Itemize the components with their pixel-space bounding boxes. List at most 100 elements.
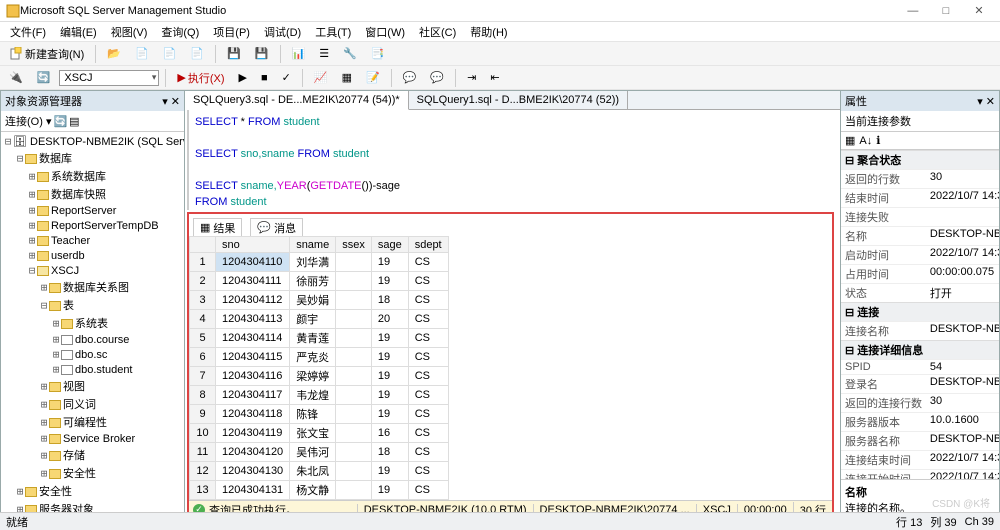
- tree-table[interactable]: ⊞dbo.sc: [3, 347, 182, 362]
- prop-row[interactable]: 登录名DESKTOP-NBME2IK: [841, 374, 999, 393]
- objexp-pin-icon[interactable]: ▾ ✕: [162, 95, 180, 108]
- table-row[interactable]: 71204304116梁婷婷19CS: [190, 367, 449, 386]
- menu-community[interactable]: 社区(C): [413, 22, 462, 42]
- cat-icon[interactable]: ▦: [845, 134, 855, 147]
- minimize-button[interactable]: —: [898, 5, 928, 17]
- open-icon[interactable]: 📂: [102, 44, 126, 63]
- props-close-icon[interactable]: ▾ ✕: [977, 95, 995, 108]
- debug-icon[interactable]: ▶: [234, 68, 252, 87]
- tree-table[interactable]: ⊞dbo.course: [3, 332, 182, 347]
- prop-row[interactable]: 服务器版本10.0.1600: [841, 412, 999, 431]
- prop-row[interactable]: 连接失败: [841, 207, 999, 226]
- prop-row[interactable]: 服务器名称DESKTOP-NBME2IK: [841, 431, 999, 450]
- table-row[interactable]: 101204304119张文宝16CS: [190, 424, 449, 443]
- connect-icon[interactable]: 🔌: [4, 68, 28, 87]
- prop-row[interactable]: 连接名称DESKTOP-NBME2IK: [841, 321, 999, 340]
- stop-icon[interactable]: ■: [256, 69, 273, 87]
- tree-item[interactable]: ⊞ReportServer: [3, 203, 182, 218]
- prop-row[interactable]: 连接开始时间2022/10/7 14:34:26: [841, 469, 999, 479]
- table-row[interactable]: 91204304118陈锋19CS: [190, 405, 449, 424]
- prop-row[interactable]: 返回的行数30: [841, 169, 999, 188]
- outdent-icon[interactable]: ⇤: [485, 68, 504, 87]
- open2-icon[interactable]: 📄: [130, 44, 154, 63]
- execute-button[interactable]: ▶ 执行(X): [172, 67, 229, 89]
- window-buttons: — □ ✕: [898, 4, 994, 17]
- objexp-connect[interactable]: 连接(O) ▾: [5, 113, 51, 129]
- menu-tools[interactable]: 工具(T): [309, 22, 357, 42]
- tree-table[interactable]: ⊞dbo.student: [3, 362, 182, 377]
- menu-debug[interactable]: 调试(D): [258, 22, 307, 42]
- tree-item[interactable]: ⊞Service Broker: [3, 431, 182, 446]
- tree-item[interactable]: ⊞同义词: [3, 395, 182, 413]
- prop-row[interactable]: 结束时间2022/10/7 14:34:26: [841, 188, 999, 207]
- tree-item[interactable]: ⊞存储: [3, 446, 182, 464]
- activity-icon[interactable]: 📊: [287, 44, 311, 63]
- tree-item[interactable]: ⊞安全性: [3, 482, 182, 500]
- menu-help[interactable]: 帮助(H): [464, 22, 513, 42]
- template-icon[interactable]: 📑: [366, 44, 390, 63]
- table-row[interactable]: 11204304110刘华满19CS: [190, 253, 449, 272]
- refresh-icon[interactable]: 🔄: [53, 115, 67, 128]
- menu-project[interactable]: 项目(P): [207, 22, 256, 42]
- maximize-button[interactable]: □: [931, 5, 961, 17]
- table-row[interactable]: 111204304120吴伟河18CS: [190, 443, 449, 462]
- messages-tab[interactable]: 💬 消息: [250, 218, 303, 236]
- close-button[interactable]: ✕: [964, 4, 994, 17]
- prop-row[interactable]: 启动时间2022/10/7 14:34:26: [841, 245, 999, 264]
- prop-row[interactable]: SPID54: [841, 359, 999, 374]
- props-icon[interactable]: 🔧: [338, 44, 362, 63]
- sql-editor[interactable]: SELECT * FROM student SELECT sno,sname F…: [187, 110, 840, 210]
- property-grid[interactable]: ⊟ 聚合状态返回的行数30结束时间2022/10/7 14:34:26连接失败名…: [841, 150, 999, 479]
- prop-row[interactable]: 占用时间00:00:00.075: [841, 264, 999, 283]
- table-row[interactable]: 41204304113颜宇20CS: [190, 310, 449, 329]
- open3-icon[interactable]: 📄: [158, 44, 182, 63]
- table-row[interactable]: 31204304112吴妙娟18CS: [190, 291, 449, 310]
- tree-item[interactable]: ⊞userdb: [3, 248, 182, 263]
- table-row[interactable]: 81204304117韦龙煌19CS: [190, 386, 449, 405]
- table-row[interactable]: 21204304111徐丽芳19CS: [190, 272, 449, 291]
- tab-query3[interactable]: SQLQuery3.sql - DE...ME2IK\20774 (54))*: [185, 91, 409, 110]
- tree-item[interactable]: ⊞可编程性: [3, 413, 182, 431]
- table-row[interactable]: 131204304131杨文静19CS: [190, 481, 449, 500]
- prop-row[interactable]: 名称DESKTOP-NBME2IK: [841, 226, 999, 245]
- table-row[interactable]: 51204304114黄青莲19CS: [190, 329, 449, 348]
- text-icon[interactable]: 📝: [361, 68, 385, 87]
- tree-item[interactable]: ⊞Teacher: [3, 233, 182, 248]
- statusbar: 就绪 行 13 列 39 Ch 39: [0, 512, 1000, 530]
- change-icon[interactable]: 🔄: [32, 68, 56, 87]
- uncomment-icon[interactable]: 💬: [425, 68, 449, 87]
- object-tree[interactable]: ⊟🗄 DESKTOP-NBME2IK (SQL Server 10.0.1600…: [1, 132, 184, 519]
- save-icon[interactable]: 💾: [222, 44, 246, 63]
- tree-item[interactable]: ⊞数据库快照: [3, 185, 182, 203]
- parse-icon[interactable]: ✓: [277, 68, 296, 87]
- menu-query[interactable]: 查询(Q): [155, 22, 205, 42]
- az-icon[interactable]: A↓: [859, 135, 872, 147]
- tree-item[interactable]: ⊞视图: [3, 377, 182, 395]
- list-icon[interactable]: ☰: [314, 44, 334, 63]
- menu-edit[interactable]: 编辑(E): [54, 22, 103, 42]
- comment-icon[interactable]: 💬: [398, 68, 422, 87]
- menu-file[interactable]: 文件(F): [4, 22, 52, 42]
- table-row[interactable]: 121204304130朱北凤19CS: [190, 462, 449, 481]
- prop-row[interactable]: 状态打开: [841, 283, 999, 302]
- menu-window[interactable]: 窗口(W): [359, 22, 411, 42]
- filter-icon[interactable]: ▤: [69, 115, 79, 128]
- indent-icon[interactable]: ⇥: [462, 68, 481, 87]
- tree-item[interactable]: ⊞系统数据库: [3, 167, 182, 185]
- results-grid[interactable]: snosnamessexsagesdept11204304110刘华满19CS2…: [189, 236, 832, 500]
- open4-icon[interactable]: 📄: [185, 44, 209, 63]
- results-tab[interactable]: ▦ 结果: [193, 218, 242, 236]
- prop-row[interactable]: 连接结束时间2022/10/7 14:34:26: [841, 450, 999, 469]
- info-icon[interactable]: ℹ: [876, 134, 880, 147]
- database-combo[interactable]: XSCJ: [59, 70, 159, 86]
- new-query-button[interactable]: 新建查询(N): [4, 43, 89, 65]
- table-row[interactable]: 61204304115严克炎19CS: [190, 348, 449, 367]
- prop-row[interactable]: 返回的连接行数30: [841, 393, 999, 412]
- saveall-icon[interactable]: 💾: [250, 44, 274, 63]
- grid-icon[interactable]: ▦: [337, 68, 357, 87]
- tree-item[interactable]: ⊞ReportServerTempDB: [3, 218, 182, 233]
- menu-view[interactable]: 视图(V): [105, 22, 154, 42]
- tab-query1[interactable]: SQLQuery1.sql - D...BME2IK\20774 (52)): [409, 91, 628, 109]
- plan-icon[interactable]: 📈: [309, 68, 333, 87]
- tree-item[interactable]: ⊞安全性: [3, 464, 182, 482]
